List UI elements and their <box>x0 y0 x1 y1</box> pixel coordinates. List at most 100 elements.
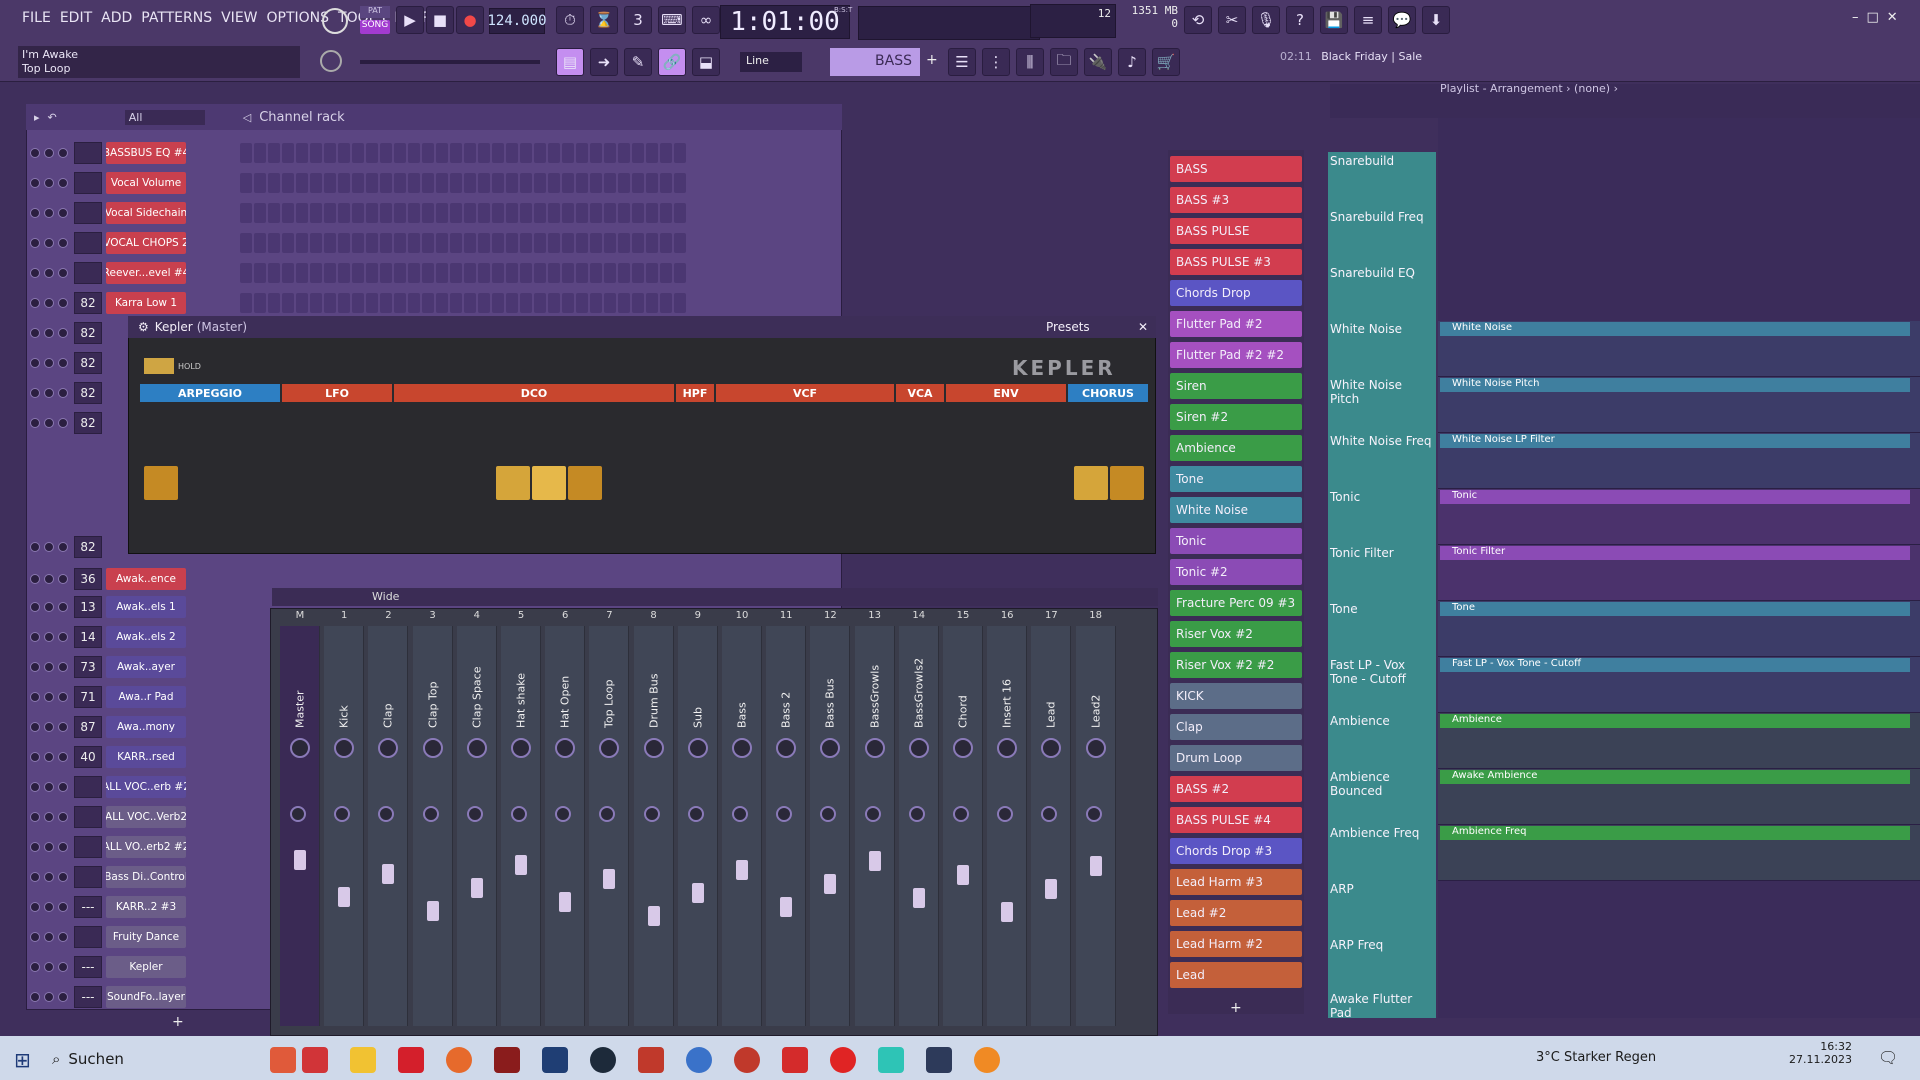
step-button[interactable] <box>506 293 518 313</box>
channel-mixer-track[interactable] <box>74 202 102 224</box>
app-bug-icon[interactable] <box>638 1047 664 1073</box>
step-button[interactable] <box>548 173 560 193</box>
pattern-item[interactable]: Flutter Pad #2 #2 <box>1170 342 1302 368</box>
step-button[interactable] <box>590 233 602 253</box>
step-button[interactable] <box>366 293 378 313</box>
step-button[interactable] <box>380 263 392 283</box>
channel-mixer-track[interactable]: 36 <box>74 568 102 590</box>
step-button[interactable] <box>240 143 252 163</box>
stereo-knob[interactable] <box>732 806 748 822</box>
step-button[interactable] <box>310 293 322 313</box>
volume-fader[interactable] <box>1089 856 1102 876</box>
app-teal-icon[interactable] <box>878 1047 904 1073</box>
step-button[interactable] <box>282 263 294 283</box>
channel-mixer-track[interactable] <box>74 806 102 828</box>
step-button[interactable] <box>254 203 266 223</box>
step-button[interactable] <box>618 293 630 313</box>
step-button[interactable] <box>562 263 574 283</box>
dco-wave-button-2[interactable] <box>532 466 566 500</box>
arp-on-off-button[interactable] <box>144 466 178 500</box>
step-sequencer-row[interactable] <box>240 143 686 163</box>
volume-fader[interactable] <box>603 869 616 889</box>
pattern-select[interactable]: BASS <box>830 48 920 76</box>
step-button[interactable] <box>492 203 504 223</box>
master-pitch-knob[interactable] <box>320 50 342 72</box>
step-button[interactable] <box>576 233 588 253</box>
step-button[interactable] <box>478 203 490 223</box>
stamp-button[interactable]: ⬓ <box>692 48 720 76</box>
step-button[interactable] <box>240 293 252 313</box>
channel-led-icon[interactable] <box>44 388 54 398</box>
shop-button[interactable]: 🛒 <box>1152 48 1180 76</box>
channel-mixer-track[interactable]: 82 <box>74 322 102 344</box>
plugin-button[interactable]: 🔌 <box>1084 48 1112 76</box>
step-button[interactable] <box>268 293 280 313</box>
chorus-2-button[interactable] <box>1110 466 1144 500</box>
gear-icon[interactable]: ⚙ <box>138 320 149 334</box>
playlist-track-name[interactable]: Tone <box>1330 602 1434 616</box>
clip-awake-ambience[interactable]: Awake Ambience <box>1440 770 1910 784</box>
step-button[interactable] <box>296 263 308 283</box>
step-button[interactable] <box>576 263 588 283</box>
step-button[interactable] <box>254 263 266 283</box>
step-button[interactable] <box>310 143 322 163</box>
pattern-item[interactable]: Ambience <box>1170 435 1302 461</box>
clip-tonic-filter[interactable]: Tonic Filter <box>1440 546 1910 560</box>
volume-fader[interactable] <box>1001 902 1014 922</box>
pattern-item[interactable]: BASS #3 <box>1170 187 1302 213</box>
song-position-display[interactable]: 1:01:00 <box>720 5 850 39</box>
mixer-preset-label[interactable]: Wide <box>372 590 399 603</box>
brush-tool-button[interactable]: ✎ <box>624 48 652 76</box>
channel-name-button[interactable]: Awak..els 2 <box>106 626 186 648</box>
channel-led-icon[interactable] <box>58 992 68 1002</box>
step-button[interactable] <box>520 233 532 253</box>
stereo-knob[interactable] <box>1085 806 1102 822</box>
channel-led-icon[interactable] <box>30 992 40 1002</box>
step-button[interactable] <box>268 233 280 253</box>
step-button[interactable] <box>310 173 322 193</box>
stereo-knob[interactable] <box>687 806 704 822</box>
pan-knob[interactable] <box>908 738 929 758</box>
channel-led-icon[interactable] <box>30 962 40 972</box>
step-button[interactable] <box>436 263 448 283</box>
channel-mixer-track[interactable] <box>74 776 102 798</box>
step-button[interactable] <box>380 203 392 223</box>
group-filter-select[interactable]: All <box>124 109 205 125</box>
channel-led-icon[interactable] <box>30 812 40 822</box>
step-button[interactable] <box>576 203 588 223</box>
channel-led-icon[interactable] <box>30 842 40 852</box>
channel-led-icon[interactable] <box>30 872 40 882</box>
step-button[interactable] <box>352 263 364 283</box>
countdown-button[interactable]: 3 <box>624 6 652 34</box>
step-button[interactable] <box>394 233 406 253</box>
step-button[interactable] <box>422 293 434 313</box>
step-button[interactable] <box>590 203 602 223</box>
add-pattern-button[interactable]: + <box>1230 1000 1242 1016</box>
app-circle-icon[interactable] <box>686 1047 712 1073</box>
step-button[interactable] <box>254 233 266 253</box>
step-button[interactable] <box>338 203 350 223</box>
step-button[interactable] <box>534 233 546 253</box>
channel-led-icon[interactable] <box>30 148 40 158</box>
channel-led-icon[interactable] <box>58 298 68 308</box>
step-button[interactable] <box>534 263 546 283</box>
step-button[interactable] <box>660 233 672 253</box>
close-icon[interactable]: ✕ <box>1138 320 1148 334</box>
step-button[interactable] <box>506 233 518 253</box>
step-button[interactable] <box>338 143 350 163</box>
step-button[interactable] <box>422 173 434 193</box>
step-button[interactable] <box>632 263 644 283</box>
pat-mode-button[interactable]: PAT <box>360 6 390 18</box>
pattern-item[interactable]: BASS #2 <box>1170 776 1302 802</box>
step-button[interactable] <box>352 233 364 253</box>
channel-mixer-track[interactable]: 40 <box>74 746 102 768</box>
channel-led-icon[interactable] <box>30 782 40 792</box>
channel-name-button[interactable]: Kepler <box>106 956 186 978</box>
step-button[interactable] <box>282 233 294 253</box>
channel-name-button[interactable]: Awa..r Pad <box>106 686 186 708</box>
step-button[interactable] <box>646 203 658 223</box>
step-button[interactable] <box>506 203 518 223</box>
playlist-track-name[interactable]: Ambience Freq <box>1330 826 1434 840</box>
step-button[interactable] <box>422 263 434 283</box>
channel-led-icon[interactable] <box>44 208 54 218</box>
